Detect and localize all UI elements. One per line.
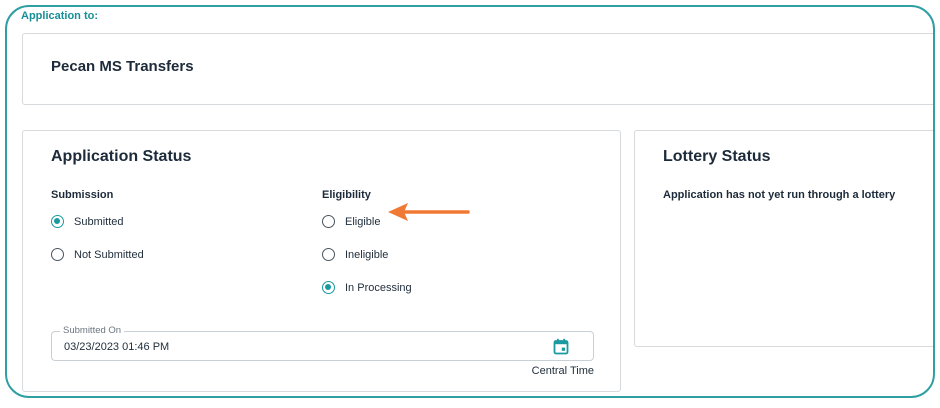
annotation-arrow-icon	[388, 203, 470, 221]
radio-button-unchecked[interactable]	[322, 215, 335, 228]
radio-label-in-processing: In Processing	[345, 281, 412, 294]
application-status-card: Application Status Submission Submitted …	[22, 130, 621, 392]
calendar-icon[interactable]	[553, 338, 569, 355]
radio-label-ineligible: Ineligible	[345, 248, 389, 261]
school-name: Pecan MS Transfers	[51, 58, 194, 75]
eligibility-group-title: Eligibility	[322, 189, 371, 201]
submitted-on-label: Submitted On	[60, 325, 125, 336]
school-card: Pecan MS Transfers	[22, 33, 933, 105]
radio-button-checked[interactable]	[322, 281, 335, 294]
lottery-status-message: Application has not yet run through a lo…	[663, 189, 896, 201]
radio-label-submitted: Submitted	[74, 215, 124, 228]
radio-label-not-submitted: Not Submitted	[74, 248, 144, 261]
radio-submitted[interactable]: Submitted	[51, 215, 124, 228]
radio-not-submitted[interactable]: Not Submitted	[51, 248, 144, 261]
submitted-on-value[interactable]: 03/23/2023 01:46 PM	[64, 341, 169, 353]
application-to-label: Application to:	[21, 10, 98, 22]
application-status-title: Application Status	[51, 148, 192, 165]
lottery-status-card: Lottery Status Application has not yet r…	[634, 130, 933, 347]
radio-in-processing[interactable]: In Processing	[322, 281, 412, 294]
radio-button-checked[interactable]	[51, 215, 64, 228]
submitted-on-field[interactable]: Submitted On 03/23/2023 01:46 PM	[51, 325, 594, 361]
radio-button-unchecked[interactable]	[322, 248, 335, 261]
radio-label-eligible: Eligible	[345, 215, 381, 228]
radio-eligible[interactable]: Eligible	[322, 215, 380, 228]
radio-button-unchecked[interactable]	[51, 248, 64, 261]
timezone-label: Central Time	[531, 365, 594, 377]
submission-group-title: Submission	[51, 189, 114, 201]
lottery-status-title: Lottery Status	[663, 148, 771, 165]
radio-ineligible[interactable]: Ineligible	[322, 248, 388, 261]
application-frame: Application to: Pecan MS Transfers Appli…	[5, 5, 935, 398]
